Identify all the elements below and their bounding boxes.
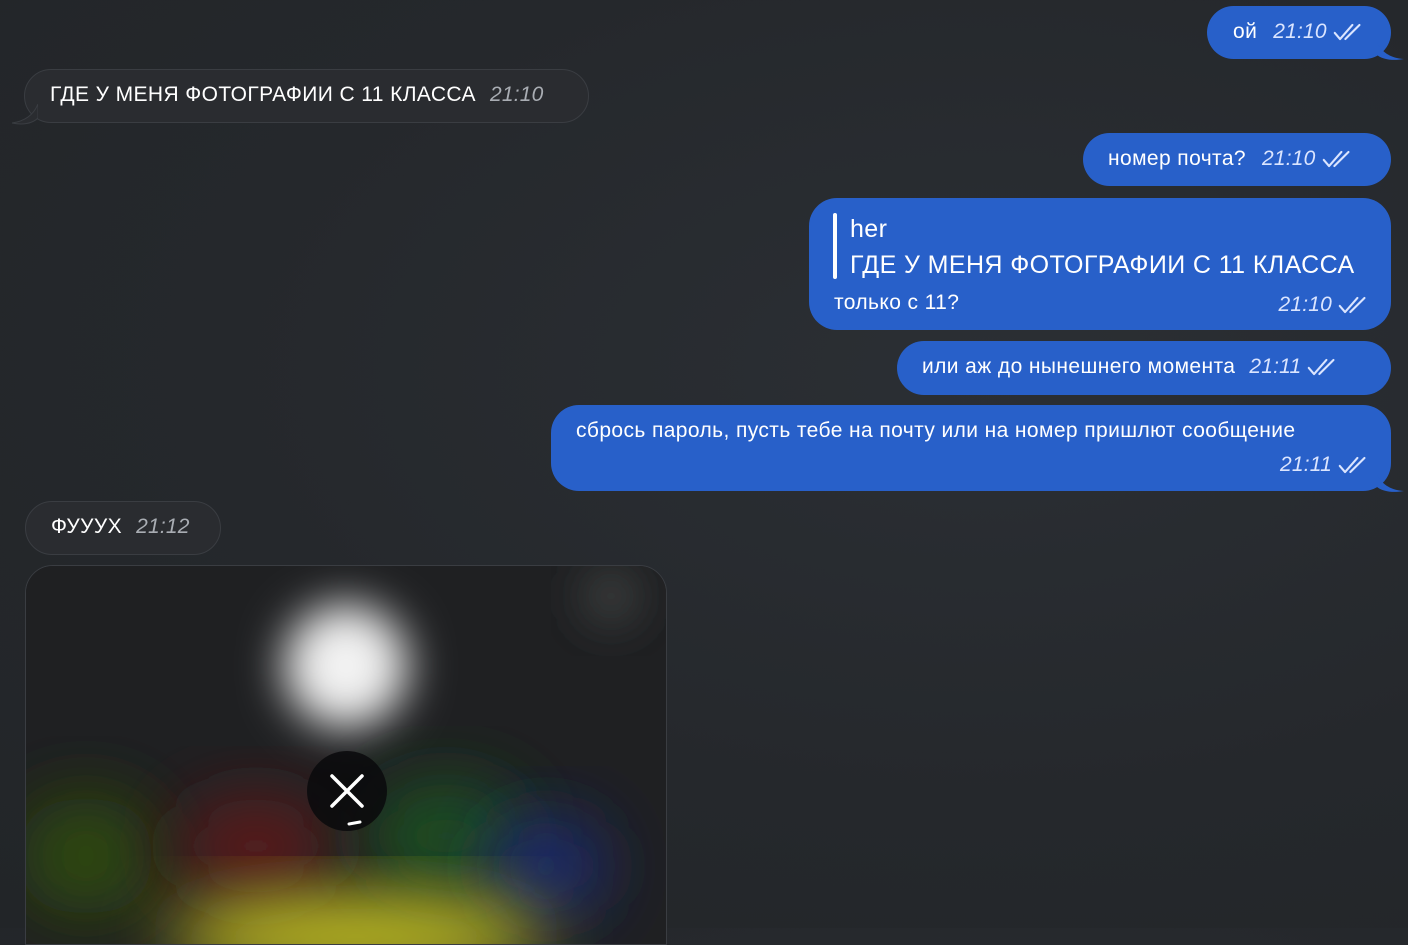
message-outgoing-reply[interactable]: her ГДЕ У МЕНЯ ФОТОГРАФИИ С 11 КЛАССА то… bbox=[809, 198, 1391, 330]
message-time: 21:10 bbox=[1261, 147, 1316, 170]
bubble-tail bbox=[12, 104, 38, 125]
message-text: сбрось пароль, пусть тебе на почту или н… bbox=[576, 419, 1296, 442]
read-checkmarks-icon bbox=[1322, 149, 1352, 169]
message-text: ФУУУХ bbox=[51, 515, 123, 538]
message-incoming[interactable]: ГДЕ У МЕНЯ ФОТОГРАФИИ С 11 КЛАССА 21:10 bbox=[24, 69, 589, 123]
message-time: 21:12 bbox=[136, 515, 190, 538]
message-text: ГДЕ У МЕНЯ ФОТОГРАФИИ С 11 КЛАССА bbox=[50, 83, 476, 106]
reply-author: her bbox=[850, 215, 888, 243]
read-checkmarks-icon bbox=[1338, 295, 1368, 315]
message-text: или аж до нынешнего момента bbox=[922, 355, 1236, 378]
message-time: 21:10 bbox=[1273, 20, 1327, 43]
read-checkmarks-icon bbox=[1333, 22, 1363, 42]
reply-quote-bar bbox=[833, 213, 837, 279]
message-time: 21:10 bbox=[489, 83, 544, 106]
media-photo-message[interactable] bbox=[25, 565, 667, 945]
message-time: 21:11 bbox=[1249, 355, 1302, 378]
message-outgoing[interactable]: ой 21:10 bbox=[1207, 6, 1391, 59]
message-time: 21:11 bbox=[1280, 453, 1332, 476]
bubble-tail bbox=[1376, 472, 1404, 492]
bubble-tail bbox=[1376, 40, 1404, 60]
message-outgoing[interactable]: сбрось пароль, пусть тебе на почту или н… bbox=[551, 405, 1391, 491]
message-text: ой bbox=[1233, 20, 1258, 43]
message-outgoing[interactable]: или аж до нынешнего момента 21:11 bbox=[897, 341, 1391, 395]
read-checkmarks-icon bbox=[1338, 455, 1368, 475]
message-incoming[interactable]: ФУУУХ 21:12 bbox=[25, 501, 221, 555]
message-time: 21:10 bbox=[1278, 293, 1332, 316]
read-checkmarks-icon bbox=[1307, 357, 1337, 377]
message-outgoing[interactable]: номер почта? 21:10 bbox=[1083, 133, 1391, 186]
reply-quoted-text: ГДЕ У МЕНЯ ФОТОГРАФИИ С 11 КЛАССА bbox=[850, 251, 1355, 279]
download-cancel-button[interactable] bbox=[307, 751, 387, 831]
close-icon bbox=[330, 774, 364, 826]
message-text: только с 11? bbox=[834, 291, 960, 314]
message-text: номер почта? bbox=[1108, 147, 1246, 170]
